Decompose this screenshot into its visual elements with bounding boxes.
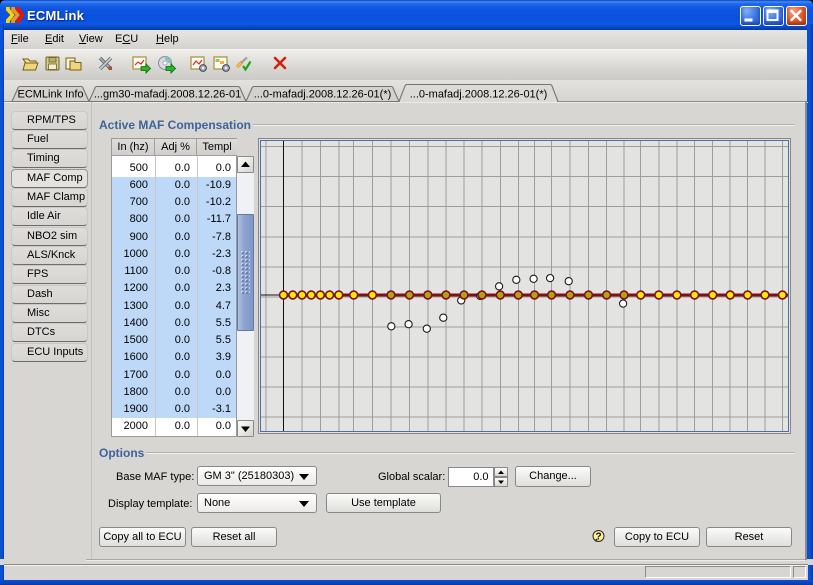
svg-text:ECMLink Info: ECMLink Info: [17, 89, 83, 101]
svg-text:?: ?: [595, 532, 601, 543]
svg-text:...0-mafadj.2008.12.26-01(*): ...0-mafadj.2008.12.26-01(*): [254, 89, 392, 101]
svg-text:...gm30-mafadj.2008.12.26-01: ...gm30-mafadj.2008.12.26-01: [94, 89, 241, 101]
svg-text:...0-mafadj.2008.12.26-01(*): ...0-mafadj.2008.12.26-01(*): [410, 89, 548, 101]
